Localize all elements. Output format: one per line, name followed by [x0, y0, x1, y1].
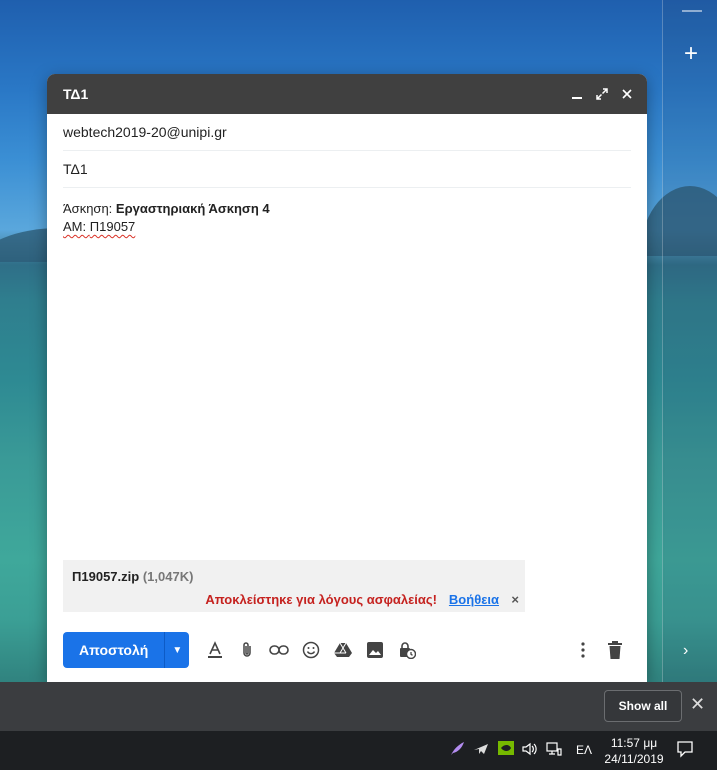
network-icon[interactable] [546, 741, 562, 760]
body-line: ΑΜ: Π19057 [63, 218, 631, 236]
drive-icon[interactable] [327, 634, 359, 666]
help-link[interactable]: Βοήθεια [449, 592, 499, 607]
compose-window: ΤΔ1 webtech2019-20@unipi.gr ΤΔ1 Άσκηση: … [47, 74, 647, 682]
discard-draft-icon[interactable] [599, 634, 631, 666]
body-label: ΑΜ: [63, 219, 90, 234]
show-all-downloads-button[interactable]: Show all [604, 690, 682, 722]
attachment-blocked-warning: Αποκλείστηκε για λόγους ασφαλείας! [205, 592, 437, 607]
text-format-icon[interactable] [199, 634, 231, 666]
body-value: Π19057 [89, 219, 136, 234]
side-panel [662, 0, 717, 682]
clock-time: 11:57 μμ [610, 736, 658, 750]
notification-center-icon[interactable] [676, 740, 694, 763]
more-options-icon[interactable] [567, 634, 599, 666]
to-field[interactable]: webtech2019-20@unipi.gr [63, 114, 631, 151]
emoji-icon[interactable] [295, 634, 327, 666]
minimize-icon[interactable] [565, 82, 589, 106]
side-panel-divider [682, 10, 702, 12]
body-line: Άσκηση: Εργαστηριακή Άσκηση 4 [63, 200, 631, 218]
subject-field[interactable]: ΤΔ1 [63, 151, 631, 188]
link-icon[interactable] [263, 634, 295, 666]
compose-title: ΤΔ1 [63, 86, 89, 102]
send-options-button[interactable]: ▼ [164, 632, 190, 668]
body-value: Εργαστηριακή Άσκηση 4 [115, 201, 270, 216]
to-recipient[interactable]: webtech2019-20@unipi.gr [63, 124, 227, 140]
attach-icon[interactable] [231, 634, 263, 666]
clock-date: 24/11/2019 [604, 752, 664, 766]
attachment-chip: Π19057.zip (1,047K) Αποκλείστηκε για λόγ… [63, 560, 525, 612]
compose-header: ΤΔ1 [47, 74, 647, 114]
confidential-mode-icon[interactable] [391, 634, 423, 666]
language-indicator[interactable]: ΕΛ [576, 743, 592, 757]
add-icon[interactable]: + [682, 40, 700, 68]
close-icon[interactable] [615, 82, 639, 106]
nvidia-icon[interactable] [498, 741, 514, 758]
fullscreen-icon[interactable] [590, 82, 614, 106]
compose-toolbar: Αποστολή ▼ [63, 632, 631, 668]
attachment-filename: Π19057.zip [72, 569, 140, 584]
send-button[interactable]: Αποστολή [63, 632, 165, 668]
volume-icon[interactable] [521, 741, 537, 760]
close-download-bar-icon[interactable]: ✕ [690, 694, 705, 715]
chevron-right-icon[interactable]: › [683, 642, 688, 660]
attachment-name[interactable]: Π19057.zip (1,047K) [72, 569, 193, 584]
airplane-icon[interactable] [473, 741, 489, 760]
remove-attachment-button[interactable]: × [511, 592, 519, 607]
body-label: Άσκηση: [63, 201, 116, 216]
taskbar-clock[interactable]: 11:57 μμ 24/11/2019 [601, 735, 667, 767]
insert-photo-icon[interactable] [359, 634, 391, 666]
message-body[interactable]: Άσκηση: Εργαστηριακή Άσκηση 4 ΑΜ: Π19057 [63, 200, 631, 236]
feather-icon[interactable] [449, 741, 465, 760]
attachment-size: (1,047K) [142, 569, 194, 584]
subject-text: ΤΔ1 [63, 161, 88, 177]
